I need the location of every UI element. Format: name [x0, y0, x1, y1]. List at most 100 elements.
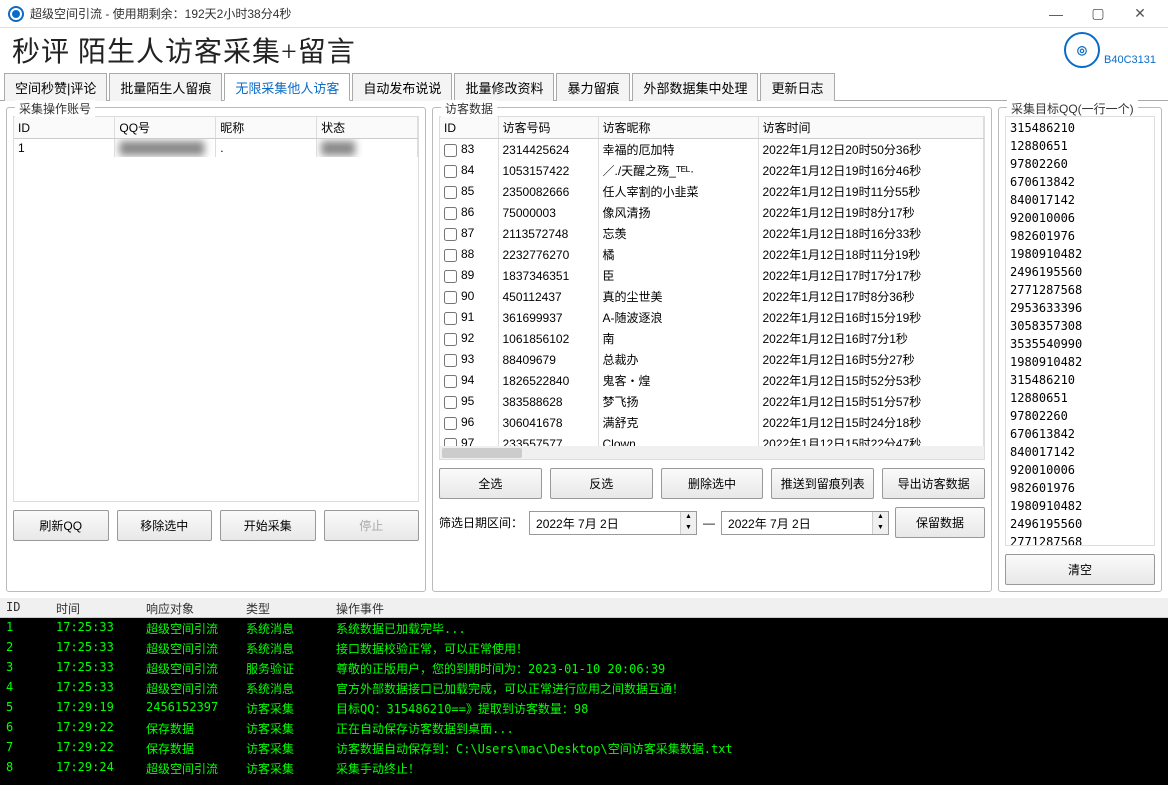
list-item: 840017142	[1010, 443, 1150, 461]
mid-btn-0[interactable]: 全选	[439, 468, 542, 499]
clear-button[interactable]: 清空	[1005, 554, 1155, 585]
table-row[interactable]: 921061856102南2022年1月12日16时7分1秒	[440, 328, 984, 349]
table-row[interactable]: 8675000003像风清扬2022年1月12日19时8分17秒	[440, 202, 984, 223]
list-item: 982601976	[1010, 227, 1150, 245]
targets-panel: 采集目标QQ(一行一个) 315486210128806519780226067…	[998, 107, 1162, 592]
mid-btn-4[interactable]: 导出访客数据	[882, 468, 985, 499]
accounts-panel-title: 采集操作账号	[15, 100, 95, 117]
targets-panel-title: 采集目标QQ(一行一个)	[1007, 100, 1138, 117]
row-checkbox[interactable]	[444, 291, 457, 304]
list-item: 2771287568	[1010, 281, 1150, 299]
date-from-input[interactable]: 2022年 7月 2日 ▲▼	[529, 511, 697, 535]
tab-4[interactable]: 批量修改资料	[454, 73, 554, 101]
header: 秒评 陌生人访客采集+留言 ◎ B40C3131	[0, 28, 1168, 72]
tab-3[interactable]: 自动发布说说	[352, 73, 452, 101]
accounts-panel: 采集操作账号 IDQQ号昵称状态 1██████████.████ 刷新QQ移除…	[6, 107, 426, 592]
tab-5[interactable]: 暴力留痕	[556, 73, 630, 101]
log-header: ID时间响应对象类型操作事件	[0, 598, 1168, 618]
visitors-table[interactable]: ID访客号码访客昵称访客时间 832314425624幸福的厄加特2022年1月…	[439, 116, 985, 446]
left-btn-0[interactable]: 刷新QQ	[13, 510, 109, 541]
table-row[interactable]: 941826522840鬼客・煌2022年1月12日15时52分53秒	[440, 370, 984, 391]
mid-btn-3[interactable]: 推送到留痕列表	[771, 468, 874, 499]
table-row[interactable]: 9388409679总裁办2022年1月12日16时5分27秒	[440, 349, 984, 370]
keep-data-button[interactable]: 保留数据	[895, 507, 985, 538]
accounts-table[interactable]: IDQQ号昵称状态 1██████████.████	[13, 116, 419, 502]
titlebar: 超级空间引流 - 使用期剩余：192天2小时38分4秒 — ▢ ✕	[0, 0, 1168, 28]
mid-btn-2[interactable]: 删除选中	[661, 468, 764, 499]
list-item: 2496195560	[1010, 263, 1150, 281]
row-checkbox[interactable]	[444, 270, 457, 283]
row-checkbox[interactable]	[444, 354, 457, 367]
slogan: 秒评 陌生人访客采集+留言	[12, 30, 1064, 70]
row-checkbox[interactable]	[444, 438, 457, 446]
row-checkbox[interactable]	[444, 396, 457, 409]
tab-7[interactable]: 更新日志	[760, 73, 834, 101]
table-row[interactable]: 91361699937A-随波逐浪2022年1月12日16时15分19秒	[440, 307, 984, 328]
row-checkbox[interactable]	[444, 333, 457, 346]
log-row: 217:25:33超级空间引流系统消息接口数据校验正常，可以正常使用！	[0, 638, 1168, 658]
log-panel: ID时间响应对象类型操作事件 117:25:33超级空间引流系统消息系统数据已加…	[0, 598, 1168, 785]
list-item: 1980910482	[1010, 245, 1150, 263]
horizontal-scrollbar[interactable]	[439, 446, 985, 460]
table-row[interactable]: 95383588628梦飞扬2022年1月12日15时51分57秒	[440, 391, 984, 412]
table-row[interactable]: 1██████████.████	[14, 139, 418, 158]
row-checkbox[interactable]	[444, 249, 457, 262]
log-row: 717:29:22保存数据访客采集访客数据自动保存到：C:\Users\mac\…	[0, 738, 1168, 758]
log-row: 817:29:24超级空间引流访客采集采集手动终止！	[0, 758, 1168, 778]
window-title: 超级空间引流 - 使用期剩余：192天2小时38分4秒	[30, 5, 1036, 22]
date-to-input[interactable]: 2022年 7月 2日 ▲▼	[721, 511, 889, 535]
list-item: 3058357308	[1010, 317, 1150, 335]
visitors-panel-title: 访客数据	[441, 100, 497, 117]
list-item: 840017142	[1010, 191, 1150, 209]
row-checkbox[interactable]	[444, 417, 457, 430]
close-button[interactable]: ✕	[1120, 2, 1160, 26]
row-checkbox[interactable]	[444, 375, 457, 388]
tab-bar: 空间秒赞|评论批量陌生人留痕无限采集他人访客自动发布说说批量修改资料暴力留痕外部…	[0, 72, 1168, 101]
logo-icon: ◎	[1064, 32, 1100, 68]
log-row: 317:25:33超级空间引流服务验证尊敬的正版用户，您的到期时间为：2023-…	[0, 658, 1168, 678]
log-row: 117:25:33超级空间引流系统消息系统数据已加载完毕...	[0, 618, 1168, 638]
table-row[interactable]: 872113572748忘羡2022年1月12日18时16分33秒	[440, 223, 984, 244]
list-item: 97802260	[1010, 407, 1150, 425]
list-item: 2953633396	[1010, 299, 1150, 317]
list-item: 12880651	[1010, 137, 1150, 155]
table-row[interactable]: 832314425624幸福的厄加特2022年1月12日20时50分36秒	[440, 139, 984, 161]
maximize-button[interactable]: ▢	[1078, 2, 1118, 26]
row-checkbox[interactable]	[444, 144, 457, 157]
list-item: 315486210	[1010, 371, 1150, 389]
tab-6[interactable]: 外部数据集中处理	[632, 73, 758, 101]
table-row[interactable]: 891837346351臣2022年1月12日17时17分17秒	[440, 265, 984, 286]
list-item: 1980910482	[1010, 497, 1150, 515]
log-row: 417:25:33超级空间引流系统消息官方外部数据接口已加载完成，可以正常进行应…	[0, 678, 1168, 698]
row-checkbox[interactable]	[444, 207, 457, 220]
table-row[interactable]: 841053157422／./天醒之殇_ᵀᴱᴸ·2022年1月12日19时16分…	[440, 160, 984, 181]
left-btn-3: 停止	[324, 510, 420, 541]
filter-label: 筛选日期区间：	[439, 514, 523, 531]
left-btn-1[interactable]: 移除选中	[117, 510, 213, 541]
mid-btn-1[interactable]: 反选	[550, 468, 653, 499]
list-item: 920010006	[1010, 209, 1150, 227]
tab-2[interactable]: 无限采集他人访客	[224, 73, 350, 101]
row-checkbox[interactable]	[444, 165, 457, 178]
list-item: 920010006	[1010, 461, 1150, 479]
table-row[interactable]: 96306041678满舒克2022年1月12日15时24分18秒	[440, 412, 984, 433]
table-row[interactable]: 90450112437真的尘世美2022年1月12日17时8分36秒	[440, 286, 984, 307]
table-row[interactable]: 852350082666任人宰割的小韭菜2022年1月12日19时11分55秒	[440, 181, 984, 202]
row-checkbox[interactable]	[444, 228, 457, 241]
row-checkbox[interactable]	[444, 186, 457, 199]
list-item: 1980910482	[1010, 353, 1150, 371]
list-item: 12880651	[1010, 389, 1150, 407]
list-item: 315486210	[1010, 119, 1150, 137]
left-btn-2[interactable]: 开始采集	[220, 510, 316, 541]
tab-0[interactable]: 空间秒赞|评论	[4, 73, 107, 101]
tab-1[interactable]: 批量陌生人留痕	[109, 73, 222, 101]
list-item: 2771287568	[1010, 533, 1150, 546]
target-qq-list[interactable]: 3154862101288065197802260670613842840017…	[1005, 116, 1155, 546]
minimize-button[interactable]: —	[1036, 2, 1076, 26]
row-checkbox[interactable]	[444, 312, 457, 325]
list-item: 670613842	[1010, 425, 1150, 443]
app-icon	[8, 6, 24, 22]
table-row[interactable]: 97233557577Clown2022年1月12日15时22分47秒	[440, 433, 984, 446]
table-row[interactable]: 882232776270橘2022年1月12日18时11分19秒	[440, 244, 984, 265]
visitors-panel: 访客数据 ID访客号码访客昵称访客时间 832314425624幸福的厄加特20…	[432, 107, 992, 592]
